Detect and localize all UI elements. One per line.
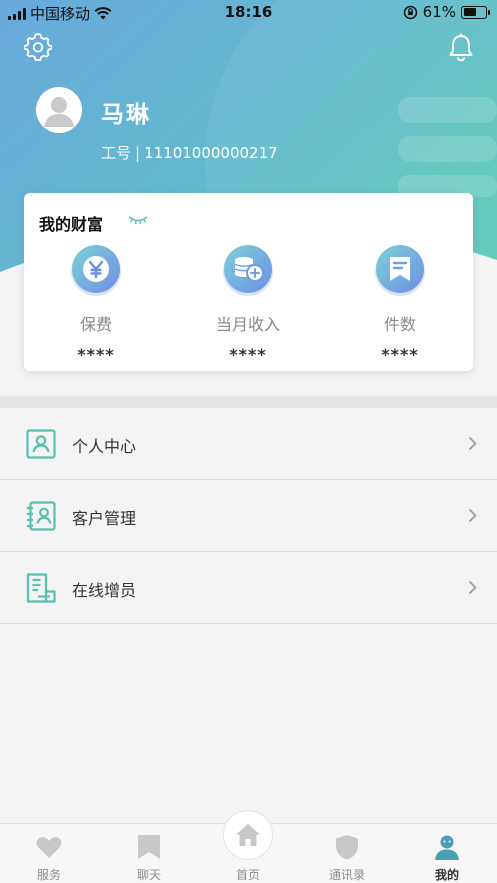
orientation-lock-icon	[403, 5, 417, 19]
stat-premium[interactable]: 保费 ****	[36, 243, 156, 364]
tab-label: 我的	[434, 868, 459, 882]
stat-premium-value: ****	[77, 345, 115, 364]
employee-id: 工号 | 11101000000217	[101, 142, 278, 163]
stat-premium-label: 保费	[79, 315, 112, 334]
chevron-right-icon	[468, 508, 477, 523]
home-bubble	[223, 810, 273, 860]
notifications-button[interactable]	[445, 31, 477, 63]
tab-label: 聊天	[136, 868, 161, 882]
menu-item-personal-center[interactable]: 个人中心	[0, 408, 497, 480]
gear-icon	[24, 33, 52, 61]
wealth-title: 我的财富	[39, 215, 104, 234]
home-icon	[236, 824, 260, 846]
stat-monthly-income-value: ****	[229, 345, 267, 364]
tab-contacts[interactable]: 通讯录	[307, 824, 387, 883]
employee-id-label: 工号	[101, 144, 132, 162]
menu-item-label: 个人中心	[72, 437, 137, 456]
battery-percent: 61%	[422, 3, 456, 21]
hidden-eye-icon[interactable]	[128, 214, 148, 226]
user-name: 马琳	[101, 102, 151, 128]
stat-monthly-income-label: 当月收入	[215, 315, 280, 334]
stat-count-value: ****	[381, 345, 419, 364]
bookmark-icon	[138, 835, 160, 859]
avatar[interactable]	[36, 87, 82, 133]
battery-icon	[461, 5, 490, 19]
tab-bar: 服务 聊天 首页 通讯录 我的	[0, 810, 497, 883]
stat-count-label: 件数	[383, 315, 416, 334]
tab-service[interactable]: 服务	[9, 824, 89, 883]
person-icon	[435, 835, 459, 860]
coin-stack-plus-icon	[223, 245, 273, 296]
menu-item-label: 在线增员	[72, 581, 137, 600]
yen-coin-icon	[71, 245, 121, 296]
document-stack-icon	[26, 573, 56, 603]
menu-item-label: 客户管理	[72, 509, 137, 528]
menu-item-customer-management[interactable]: 客户管理	[0, 480, 497, 552]
section-divider	[0, 396, 497, 408]
chevron-right-icon	[468, 436, 477, 451]
tab-label: 首页	[235, 868, 260, 882]
status-bar: 中国移动 18:16 61%	[0, 0, 497, 26]
client-book-icon	[27, 501, 56, 531]
person-card-icon	[26, 429, 56, 459]
default-avatar-icon	[36, 87, 82, 133]
menu-list: 个人中心 客户管理 在线增员	[0, 408, 497, 624]
shield-icon	[336, 835, 358, 860]
heart-icon	[36, 837, 62, 858]
tab-label: 服务	[36, 868, 61, 882]
employee-id-value: 11101000000217	[144, 144, 278, 162]
tab-label: 通讯录	[328, 868, 365, 882]
settings-button[interactable]	[22, 31, 54, 63]
wealth-card: 我的财富 保费 **** 当月收入 **** 件数 ****	[24, 193, 473, 371]
tab-home[interactable]: 首页	[208, 810, 288, 883]
menu-item-online-recruit[interactable]: 在线增员	[0, 552, 497, 624]
bell-icon	[449, 33, 473, 61]
employee-id-separator: |	[135, 144, 141, 162]
tab-chat[interactable]: 聊天	[109, 824, 189, 883]
chevron-right-icon	[468, 580, 477, 595]
tab-mine[interactable]: 我的	[407, 824, 487, 883]
stat-monthly-income[interactable]: 当月收入 ****	[188, 243, 308, 364]
document-bookmark-icon	[375, 245, 425, 296]
stat-count[interactable]: 件数 ****	[340, 243, 460, 364]
